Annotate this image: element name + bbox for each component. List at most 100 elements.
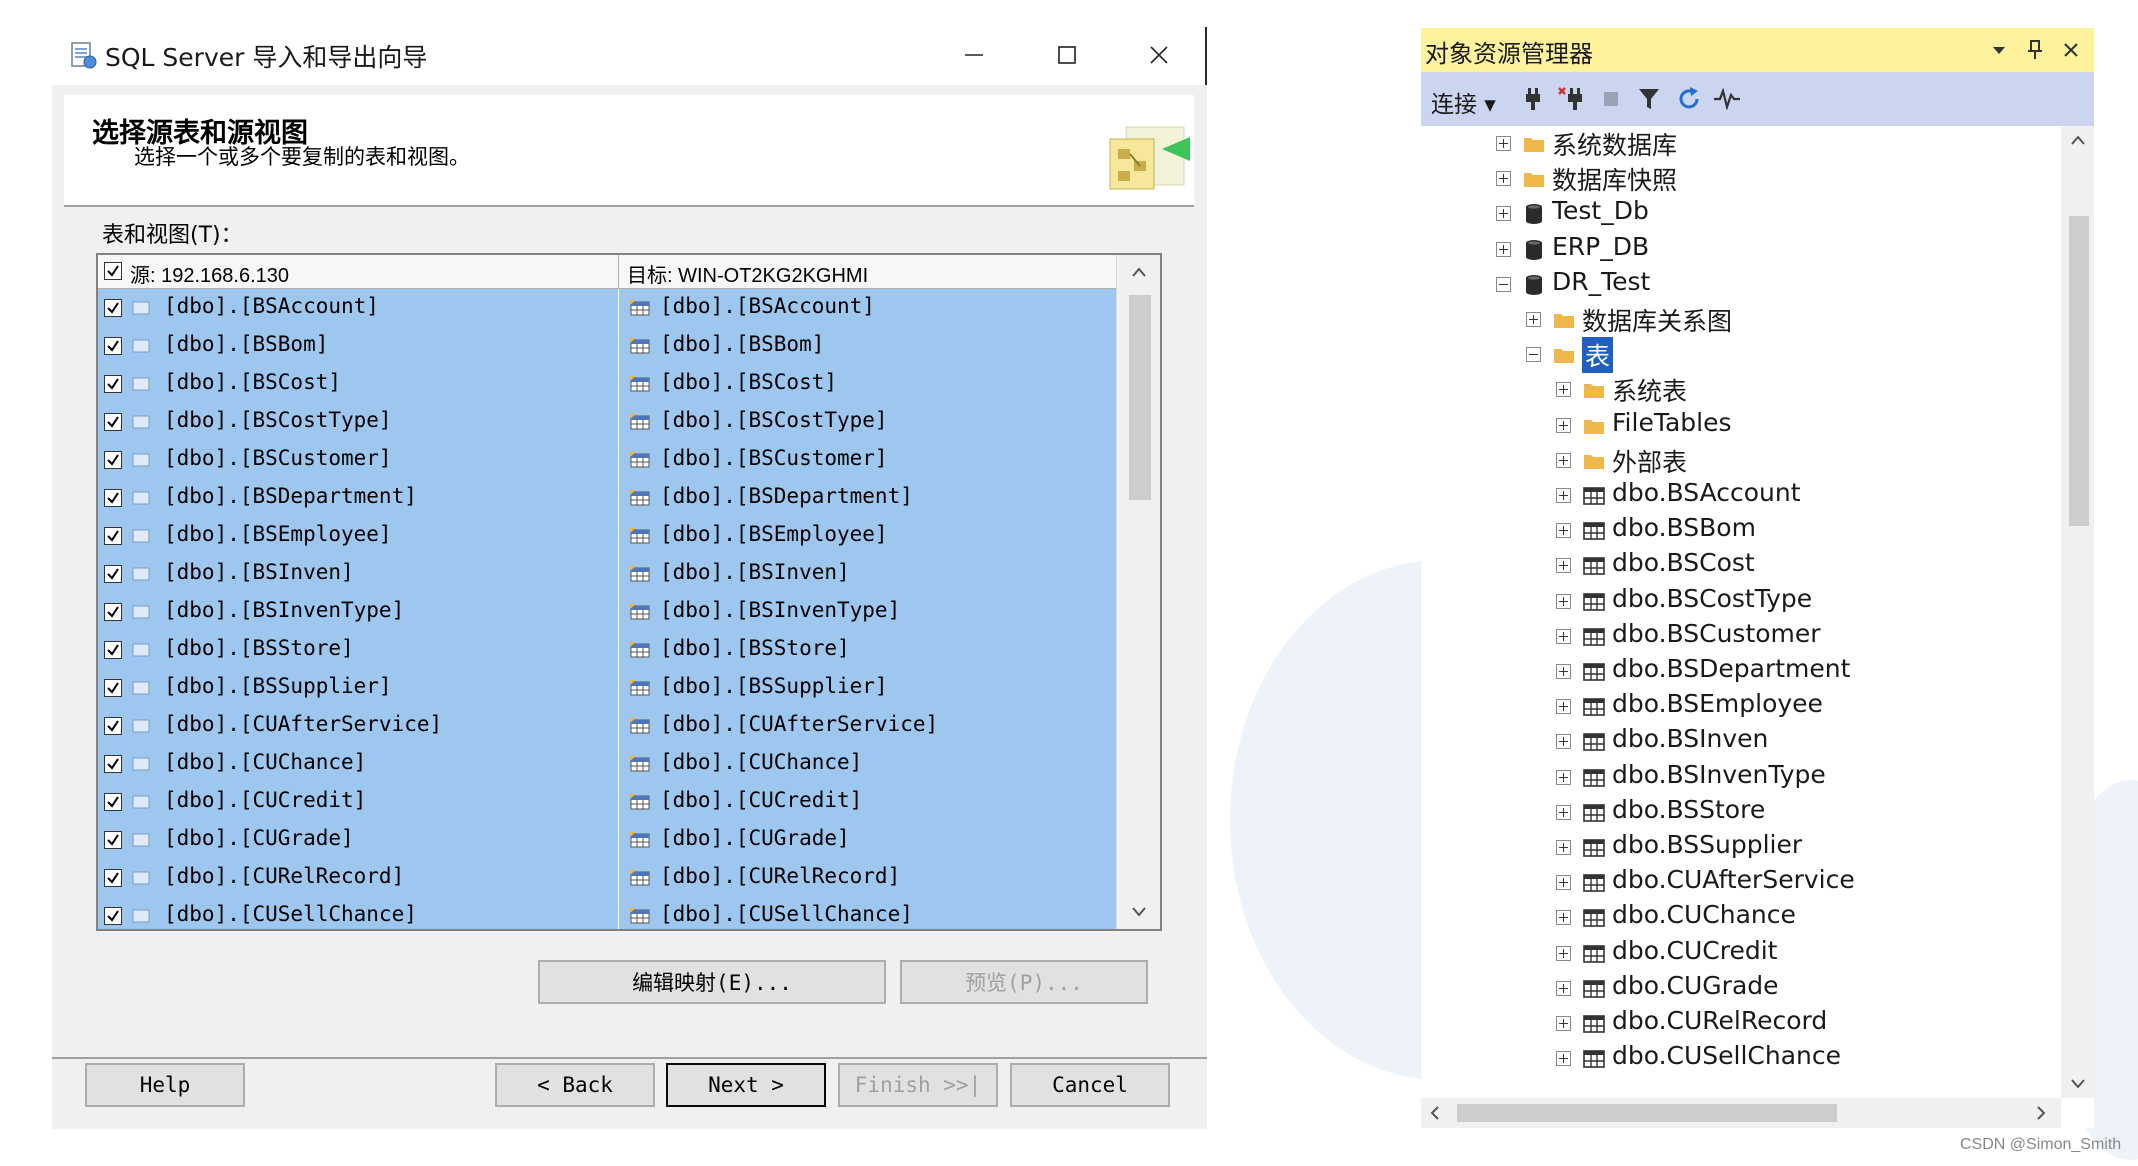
table-row[interactable]: [dbo].[BSStore] [dbo].[BSStore] bbox=[98, 631, 1116, 670]
table-row[interactable]: [dbo].[BSSupplier] [dbo].[BSSupplier] bbox=[98, 669, 1116, 708]
collapse-icon[interactable] bbox=[1526, 347, 1541, 362]
expand-icon[interactable] bbox=[1556, 910, 1571, 925]
tree-node[interactable]: DR_Test bbox=[1421, 267, 2061, 303]
row-checkbox[interactable] bbox=[104, 831, 122, 849]
maximize-button[interactable] bbox=[1037, 32, 1097, 78]
expand-icon[interactable] bbox=[1556, 523, 1571, 538]
expand-icon[interactable] bbox=[1556, 875, 1571, 890]
scroll-left-icon[interactable] bbox=[1427, 1104, 1443, 1122]
object-explorer-tree[interactable]: 系统数据库 数据库快照 Test_Db ERP_DB DR_Test 数据库关系图表系统表… bbox=[1421, 126, 2061, 1098]
expand-icon[interactable] bbox=[1556, 488, 1571, 503]
row-checkbox[interactable] bbox=[104, 755, 122, 773]
tree-node[interactable]: dbo.BSInven bbox=[1421, 724, 2061, 760]
table-row[interactable]: [dbo].[CUGrade] [dbo].[CUGrade] bbox=[98, 821, 1116, 860]
tree-node[interactable]: dbo.CURelRecord bbox=[1421, 1006, 2061, 1042]
table-row[interactable]: [dbo].[CUAfterService] [dbo].[CUAfterServ… bbox=[98, 707, 1116, 746]
expand-icon[interactable] bbox=[1496, 171, 1511, 186]
tree-node[interactable]: 系统表 bbox=[1421, 372, 2061, 408]
row-checkbox[interactable] bbox=[104, 907, 122, 925]
tree-node[interactable]: 外部表 bbox=[1421, 443, 2061, 479]
tree-node[interactable]: dbo.BSStore bbox=[1421, 795, 2061, 831]
scrollbar-thumb[interactable] bbox=[1457, 1104, 1837, 1122]
table-row[interactable]: [dbo].[BSCostType] [dbo].[BSCostType] bbox=[98, 403, 1116, 442]
row-checkbox[interactable] bbox=[104, 451, 122, 469]
tree-node[interactable]: Test_Db bbox=[1421, 196, 2061, 232]
tree-node[interactable]: ERP_DB bbox=[1421, 232, 2061, 268]
expand-icon[interactable] bbox=[1556, 1016, 1571, 1031]
scrollbar-thumb[interactable] bbox=[1129, 295, 1151, 500]
row-checkbox[interactable] bbox=[104, 717, 122, 735]
expand-icon[interactable] bbox=[1556, 699, 1571, 714]
table-row[interactable]: [dbo].[BSDepartment] [dbo].[BSDepartment] bbox=[98, 479, 1116, 518]
tree-node[interactable]: dbo.BSSupplier bbox=[1421, 830, 2061, 866]
row-checkbox[interactable] bbox=[104, 299, 122, 317]
row-checkbox[interactable] bbox=[104, 603, 122, 621]
tree-node[interactable]: 数据库快照 bbox=[1421, 161, 2061, 197]
expand-icon[interactable] bbox=[1496, 206, 1511, 221]
row-checkbox[interactable] bbox=[104, 793, 122, 811]
table-row[interactable]: [dbo].[BSBom] [dbo].[BSBom] bbox=[98, 327, 1116, 366]
expand-icon[interactable] bbox=[1556, 453, 1571, 468]
minimize-button[interactable] bbox=[944, 32, 1004, 78]
tree-node[interactable]: dbo.BSCost bbox=[1421, 548, 2061, 584]
wizard-titlebar[interactable]: SQL Server 导入和导出向导 bbox=[52, 27, 1207, 85]
row-checkbox[interactable] bbox=[104, 679, 122, 697]
close-button[interactable] bbox=[1129, 32, 1189, 78]
tree-node[interactable]: 数据库关系图 bbox=[1421, 302, 2061, 338]
scroll-right-icon[interactable] bbox=[2033, 1104, 2049, 1122]
pin-button[interactable] bbox=[2021, 36, 2049, 64]
preview-button[interactable]: 预览(P)... bbox=[900, 960, 1148, 1004]
tree-node[interactable]: dbo.CUGrade bbox=[1421, 971, 2061, 1007]
expand-icon[interactable] bbox=[1556, 734, 1571, 749]
stop-button[interactable] bbox=[1597, 85, 1625, 113]
tree-node[interactable]: dbo.BSAccount bbox=[1421, 478, 2061, 514]
cancel-button[interactable]: Cancel bbox=[1010, 1063, 1170, 1107]
expand-icon[interactable] bbox=[1556, 840, 1571, 855]
scroll-down-icon[interactable] bbox=[1129, 903, 1149, 921]
scrollbar-thumb[interactable] bbox=[2069, 216, 2089, 526]
tables-grid[interactable]: 源: 192.168.6.130 目标: WIN-OT2KG2KGHMI [db… bbox=[96, 253, 1162, 931]
tree-node[interactable]: dbo.BSDepartment bbox=[1421, 654, 2061, 690]
tree-node[interactable]: dbo.BSInvenType bbox=[1421, 760, 2061, 796]
tree-node[interactable]: dbo.BSEmployee bbox=[1421, 689, 2061, 725]
connect-plug-button[interactable] bbox=[1519, 85, 1547, 113]
expand-icon[interactable] bbox=[1556, 629, 1571, 644]
expand-icon[interactable] bbox=[1526, 312, 1541, 327]
table-row[interactable]: [dbo].[BSInvenType] [dbo].[BSInvenType] bbox=[98, 593, 1116, 632]
row-checkbox[interactable] bbox=[104, 375, 122, 393]
row-checkbox[interactable] bbox=[104, 641, 122, 659]
tree-node[interactable]: dbo.BSCostType bbox=[1421, 584, 2061, 620]
source-column-header[interactable]: 源: 192.168.6.130 bbox=[98, 255, 619, 288]
next-button[interactable]: Next > bbox=[666, 1063, 826, 1107]
connect-dropdown[interactable]: 连接 ▾ bbox=[1431, 85, 1496, 119]
explorer-horizontal-scrollbar[interactable] bbox=[1421, 1098, 2061, 1128]
refresh-button[interactable] bbox=[1675, 85, 1703, 113]
table-row[interactable]: [dbo].[CUSellChance] [dbo].[CUSellChance] bbox=[98, 897, 1116, 929]
expand-icon[interactable] bbox=[1556, 946, 1571, 961]
table-row[interactable]: [dbo].[BSInven] [dbo].[BSInven] bbox=[98, 555, 1116, 594]
tree-node[interactable]: dbo.CUCredit bbox=[1421, 936, 2061, 972]
expand-icon[interactable] bbox=[1556, 664, 1571, 679]
expand-icon[interactable] bbox=[1556, 418, 1571, 433]
tree-node[interactable]: 系统数据库 bbox=[1421, 126, 2061, 162]
tree-node[interactable]: dbo.BSCustomer bbox=[1421, 619, 2061, 655]
table-row[interactable]: [dbo].[CUCredit] [dbo].[CUCredit] bbox=[98, 783, 1116, 822]
expand-icon[interactable] bbox=[1556, 594, 1571, 609]
edit-mappings-button[interactable]: 编辑映射(E)... bbox=[538, 960, 886, 1004]
row-checkbox[interactable] bbox=[104, 413, 122, 431]
finish-button[interactable]: Finish >>| bbox=[838, 1063, 998, 1107]
tree-node[interactable]: FileTables bbox=[1421, 408, 2061, 444]
expand-icon[interactable] bbox=[1556, 1051, 1571, 1066]
tree-node[interactable]: dbo.BSBom bbox=[1421, 513, 2061, 549]
expand-icon[interactable] bbox=[1556, 770, 1571, 785]
table-row[interactable]: [dbo].[BSEmployee] [dbo].[BSEmployee] bbox=[98, 517, 1116, 556]
expand-icon[interactable] bbox=[1556, 805, 1571, 820]
row-checkbox[interactable] bbox=[104, 869, 122, 887]
row-checkbox[interactable] bbox=[104, 565, 122, 583]
activity-monitor-button[interactable] bbox=[1713, 85, 1741, 113]
destination-column-header[interactable]: 目标: WIN-OT2KG2KGHMI bbox=[619, 255, 1116, 288]
grid-vertical-scrollbar[interactable] bbox=[1116, 255, 1160, 929]
scroll-up-icon[interactable] bbox=[2069, 132, 2087, 148]
table-row[interactable]: [dbo].[CURelRecord] [dbo].[CURelRecord] bbox=[98, 859, 1116, 898]
explorer-vertical-scrollbar[interactable] bbox=[2061, 126, 2094, 1098]
